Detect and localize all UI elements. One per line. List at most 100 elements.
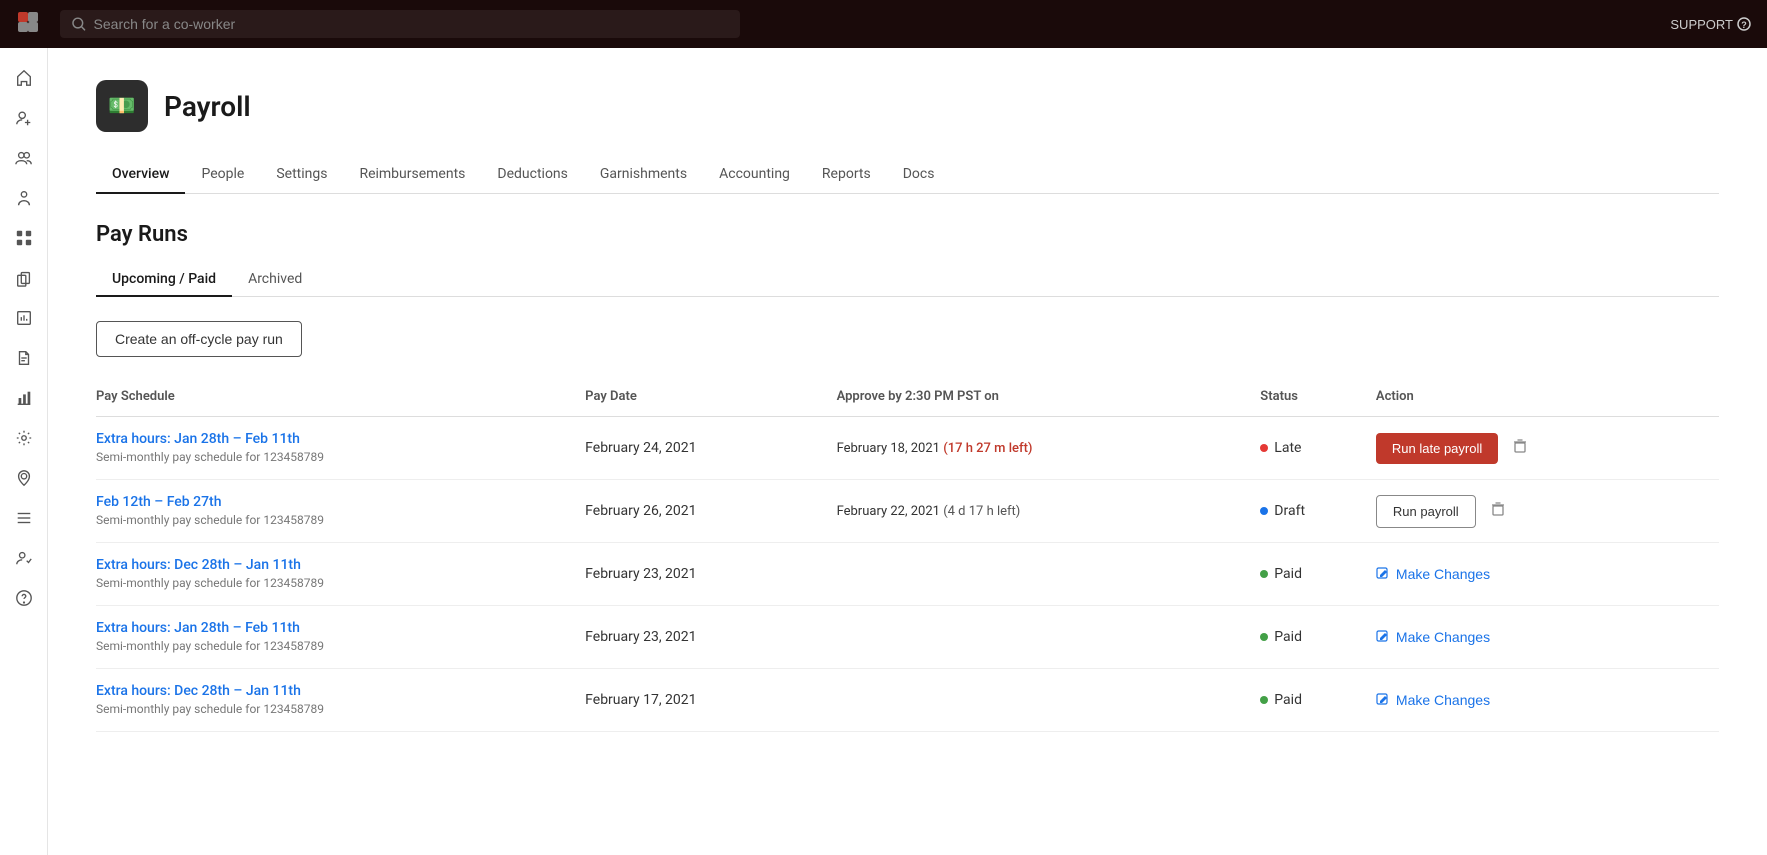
main-content: 💵 Payroll Overview People Settings Reimb… — [48, 48, 1767, 855]
make-changes-button[interactable]: Make Changes — [1376, 629, 1490, 645]
col-status: Status — [1260, 381, 1376, 417]
app-title: Payroll — [164, 90, 251, 123]
sidebar-item-apps[interactable] — [6, 220, 42, 256]
support-button[interactable]: SUPPORT ? — [1670, 17, 1751, 32]
pay-runs-subtabs: Upcoming / Paid Archived — [96, 263, 1719, 297]
tab-settings[interactable]: Settings — [260, 156, 343, 194]
sidebar-item-user-check[interactable] — [6, 540, 42, 576]
tab-garnishments[interactable]: Garnishments — [584, 156, 703, 194]
edit-icon — [1376, 693, 1390, 707]
status-label: Draft — [1274, 503, 1305, 519]
status-dot — [1260, 507, 1268, 515]
pay-date-cell: February 17, 2021 — [585, 669, 836, 732]
approve-by-cell — [837, 669, 1261, 732]
pay-schedule-sub: Semi-monthly pay schedule for 123458789 — [96, 576, 324, 590]
top-nav-right: SUPPORT ? — [1670, 17, 1751, 32]
pay-schedule-link[interactable]: Extra hours: Dec 28th – Jan 11th — [96, 683, 573, 699]
status-badge: Draft — [1260, 503, 1364, 519]
action-container: Make Changes — [1376, 692, 1707, 708]
status-cell: Late — [1260, 417, 1376, 480]
make-changes-button[interactable]: Make Changes — [1376, 566, 1490, 582]
action-container: Run late payroll — [1376, 433, 1707, 464]
tab-reports[interactable]: Reports — [806, 156, 887, 194]
delete-icon[interactable] — [1508, 434, 1532, 462]
tab-accounting[interactable]: Accounting — [703, 156, 806, 194]
sidebar-item-bar-chart[interactable] — [6, 380, 42, 416]
tab-reimbursements[interactable]: Reimbursements — [343, 156, 481, 194]
sidebar-item-person-add[interactable] — [6, 100, 42, 136]
app-icon: 💵 — [96, 80, 148, 132]
sidebar-item-doc[interactable] — [6, 340, 42, 376]
run-late-payroll-button[interactable]: Run late payroll — [1376, 433, 1498, 464]
delete-icon[interactable] — [1486, 497, 1510, 525]
approve-by-cell: February 22, 2021 (4 d 17 h left) — [837, 480, 1261, 543]
pay-schedule-cell: Feb 12th – Feb 27th Semi-monthly pay sch… — [96, 480, 585, 543]
table-row: Extra hours: Dec 28th – Jan 11th Semi-mo… — [96, 543, 1719, 606]
pay-runs-title: Pay Runs — [96, 222, 1719, 247]
tab-overview[interactable]: Overview — [96, 156, 185, 194]
sidebar-item-people[interactable] — [6, 140, 42, 176]
status-label: Late — [1274, 440, 1301, 456]
pay-schedule-sub: Semi-monthly pay schedule for 123458789 — [96, 450, 324, 464]
pay-date-cell: February 24, 2021 — [585, 417, 836, 480]
tab-people[interactable]: People — [185, 156, 260, 194]
pay-schedule-link[interactable]: Extra hours: Jan 28th – Feb 11th — [96, 620, 573, 636]
sidebar-item-home[interactable] — [6, 60, 42, 96]
status-cell: Paid — [1260, 669, 1376, 732]
action-cell: Make Changes — [1376, 669, 1719, 732]
sidebar — [0, 48, 48, 855]
pay-schedule-link[interactable]: Extra hours: Dec 28th – Jan 11th — [96, 557, 573, 573]
tab-deductions[interactable]: Deductions — [481, 156, 583, 194]
table-row: Extra hours: Dec 28th – Jan 11th Semi-mo… — [96, 669, 1719, 732]
sidebar-item-help[interactable] — [6, 580, 42, 616]
col-pay-date: Pay Date — [585, 381, 836, 417]
sidebar-item-list[interactable] — [6, 500, 42, 536]
action-cell: Run late payroll — [1376, 417, 1719, 480]
search-icon — [72, 17, 86, 31]
pay-schedule-cell: Extra hours: Jan 28th – Feb 11th Semi-mo… — [96, 606, 585, 669]
tab-docs[interactable]: Docs — [887, 156, 951, 194]
table-row: Extra hours: Jan 28th – Feb 11th Semi-mo… — [96, 606, 1719, 669]
sidebar-item-chart[interactable] — [6, 300, 42, 336]
action-cell: Make Changes — [1376, 543, 1719, 606]
create-offcycle-button[interactable]: Create an off-cycle pay run — [96, 321, 302, 357]
run-payroll-button[interactable]: Run payroll — [1376, 495, 1476, 528]
main-tabs: Overview People Settings Reimbursements … — [96, 156, 1719, 194]
make-changes-button[interactable]: Make Changes — [1376, 692, 1490, 708]
pay-schedule-cell: Extra hours: Dec 28th – Jan 11th Semi-mo… — [96, 669, 585, 732]
layout: 💵 Payroll Overview People Settings Reimb… — [0, 48, 1767, 855]
svg-text:?: ? — [1741, 20, 1747, 30]
status-label: Paid — [1274, 629, 1302, 645]
pay-schedule-sub: Semi-monthly pay schedule for 123458789 — [96, 702, 324, 716]
approve-by-date: February 18, 2021 (17 h 27 m left) — [837, 441, 1033, 456]
pay-runs-table: Pay Schedule Pay Date Approve by 2:30 PM… — [96, 381, 1719, 732]
status-dot — [1260, 633, 1268, 641]
subtab-archived[interactable]: Archived — [232, 263, 318, 297]
sidebar-item-copy[interactable] — [6, 260, 42, 296]
sidebar-item-person-group[interactable] — [6, 180, 42, 216]
top-nav: SUPPORT ? — [0, 0, 1767, 48]
approve-by-date: February 22, 2021 (4 d 17 h left) — [837, 504, 1021, 519]
subtab-upcoming-paid[interactable]: Upcoming / Paid — [96, 263, 232, 297]
action-cell: Make Changes — [1376, 606, 1719, 669]
pay-schedule-link[interactable]: Feb 12th – Feb 27th — [96, 494, 573, 510]
app-header: 💵 Payroll — [96, 80, 1719, 132]
col-pay-schedule: Pay Schedule — [96, 381, 585, 417]
status-dot — [1260, 570, 1268, 578]
approve-by-cell — [837, 606, 1261, 669]
question-icon: ? — [1737, 17, 1751, 31]
pay-schedule-link[interactable]: Extra hours: Jan 28th – Feb 11th — [96, 431, 573, 447]
logo[interactable] — [16, 10, 40, 39]
search-input[interactable] — [94, 16, 728, 32]
sidebar-item-settings[interactable] — [6, 420, 42, 456]
status-cell: Paid — [1260, 606, 1376, 669]
status-dot — [1260, 444, 1268, 452]
status-dot — [1260, 696, 1268, 704]
approve-by-cell: February 18, 2021 (17 h 27 m left) — [837, 417, 1261, 480]
pay-date-cell: February 26, 2021 — [585, 480, 836, 543]
pay-schedule-sub: Semi-monthly pay schedule for 123458789 — [96, 639, 324, 653]
search-bar[interactable] — [60, 10, 740, 38]
sidebar-item-location[interactable] — [6, 460, 42, 496]
col-action: Action — [1376, 381, 1719, 417]
time-left: (4 d 17 h left) — [943, 504, 1020, 519]
